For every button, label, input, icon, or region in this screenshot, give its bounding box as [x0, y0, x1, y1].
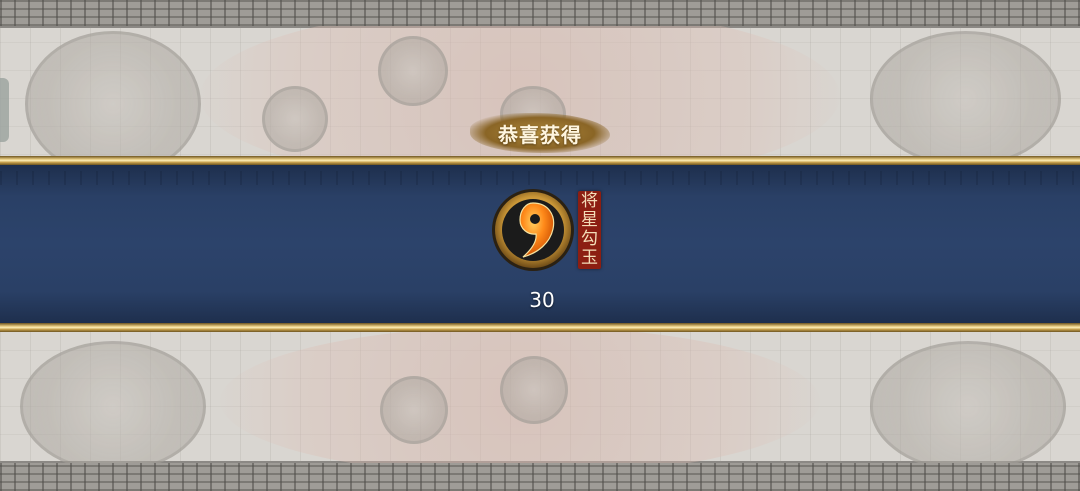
side-tab[interactable] [0, 78, 9, 142]
reward-title: 恭喜获得 [498, 122, 582, 147]
gold-trim-bottom [0, 323, 1080, 332]
background-beast-emblem [870, 31, 1061, 167]
bottom-border-pattern [0, 461, 1080, 491]
reward-name-char: 玉 [581, 248, 598, 268]
top-border-pattern [0, 0, 1080, 28]
background-item-slot [378, 36, 448, 106]
background-item-slot [500, 356, 568, 424]
background-item-slot [380, 376, 448, 444]
background-item-slot [262, 86, 328, 152]
background-beast-emblem [20, 341, 206, 463]
reward-name-char: 勾 [581, 229, 598, 249]
reward-name-char: 星 [581, 210, 598, 230]
gold-trim-top [0, 156, 1080, 165]
reward-count: 30 [529, 288, 555, 312]
reward-name-char: 将 [581, 191, 598, 211]
reward-name-tag: 将 星 勾 玉 [578, 191, 601, 269]
reward-item[interactable]: 将 星 勾 玉 30 [488, 187, 608, 317]
magatama-jade-icon [492, 189, 574, 271]
background-beast-emblem [870, 341, 1066, 463]
reward-title-banner: 恭喜获得 [470, 113, 610, 153]
